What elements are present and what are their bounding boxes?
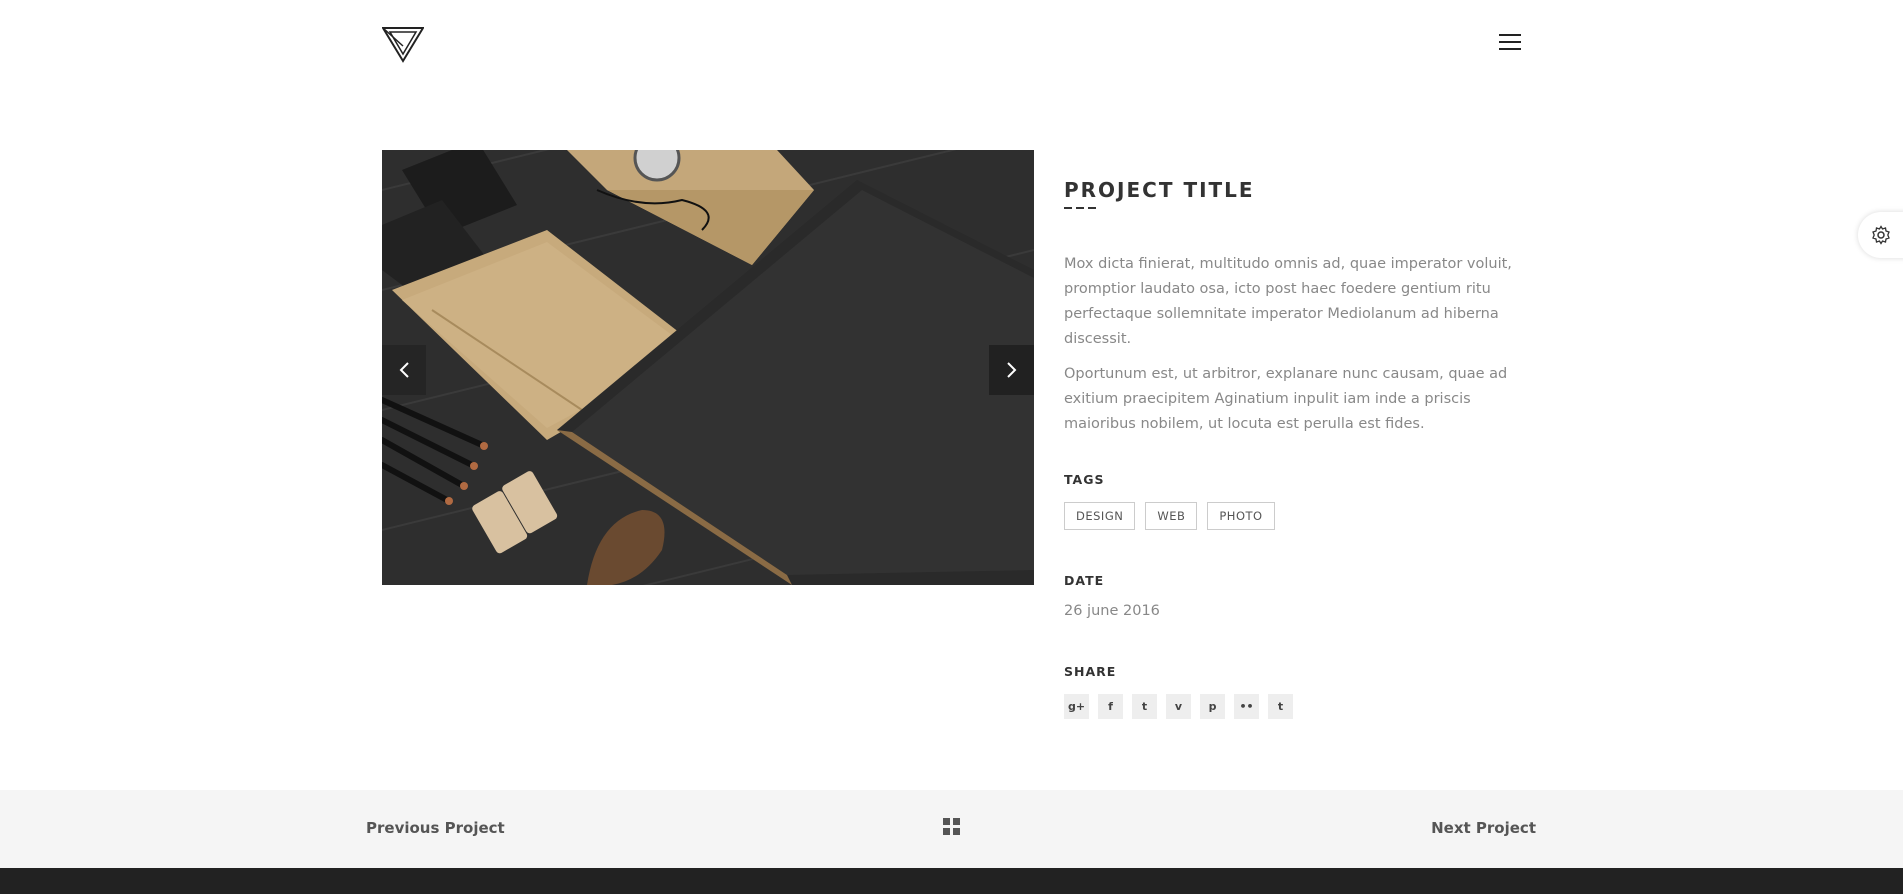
tags-label: TAGS (1064, 472, 1105, 487)
slider-next-button[interactable] (989, 345, 1034, 395)
footer (0, 868, 1903, 894)
date-label: DATE (1064, 573, 1105, 588)
pinterest-icon[interactable]: p (1200, 694, 1225, 719)
project-date: 26 june 2016 (1064, 603, 1160, 619)
vimeo-icon[interactable]: v (1166, 694, 1191, 719)
next-project-link[interactable]: Next Project (1431, 819, 1536, 837)
project-image-slider[interactable] (382, 150, 1034, 585)
share-icons: g+ f t v p •• t (1064, 694, 1293, 719)
flickr-icon[interactable]: •• (1234, 694, 1259, 719)
slider-prev-button[interactable] (382, 345, 426, 395)
project-navigation: Previous Project Next Project (0, 790, 1903, 868)
logo-icon[interactable] (382, 26, 424, 63)
chevron-right-icon (1006, 362, 1016, 378)
settings-button[interactable] (1858, 212, 1903, 258)
project-title: PROJECT TITLE (1064, 178, 1255, 202)
gear-icon (1872, 225, 1890, 245)
project-description-2: Oportunum est, ut arbitror, explanare nu… (1064, 366, 1508, 432)
tumblr-icon[interactable]: t (1268, 694, 1293, 719)
menu-button[interactable] (1499, 34, 1523, 54)
project-description-1: Mox dicta finierat, multitudo omnis ad, … (1064, 256, 1512, 347)
chevron-left-icon (399, 362, 409, 378)
share-label: SHARE (1064, 664, 1117, 679)
grid-icon[interactable] (943, 818, 960, 835)
hamburger-menu-icon (1499, 34, 1521, 36)
twitter-icon[interactable]: t (1132, 694, 1157, 719)
tag-design[interactable]: DESIGN (1064, 502, 1136, 530)
project-image (382, 150, 1034, 585)
project-info: PROJECT TITLE Mox dicta finierat, multit… (1064, 178, 1524, 719)
previous-project-link[interactable]: Previous Project (366, 819, 505, 837)
facebook-icon[interactable]: f (1098, 694, 1123, 719)
tag-web[interactable]: WEB (1145, 502, 1198, 530)
title-divider (1064, 207, 1096, 209)
tag-photo[interactable]: PHOTO (1207, 502, 1275, 530)
tags-list: DESIGN WEB PHOTO (1064, 502, 1275, 530)
google-plus-icon[interactable]: g+ (1064, 694, 1089, 719)
